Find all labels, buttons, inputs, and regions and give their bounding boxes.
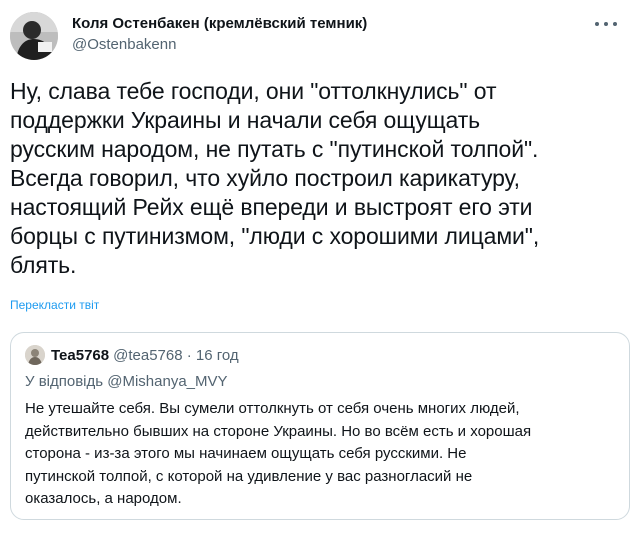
quoted-tweet-text: Не утешайте себя. Вы сумели оттолкнуть о… [25,400,532,507]
translate-link[interactable]: Перекласти твіт [10,298,99,312]
quoted-author-handle: @tea5768 [113,346,183,364]
quoted-tweet-header: Tea5768 @tea5768 · 16 год [25,345,239,365]
meta-separator: · [182,346,196,364]
tweet-text: Ну, слава тебе господи, они "оттолкнулис… [10,78,540,278]
tweet-author: Коля Остенбакен (кремлёвский темник) @Os… [72,14,367,55]
author-display-name[interactable]: Коля Остенбакен (кремлёвский темник) [72,14,367,34]
reply-to-label: У відповідь @Mishanya_MVY [25,373,228,390]
author-avatar[interactable] [10,12,58,60]
tweet: Коля Остенбакен (кремлёвский темник) @Os… [0,0,633,536]
quoted-author-name: Tea5768 [51,346,110,364]
author-handle[interactable]: @Ostenbakenn [72,35,367,55]
quoted-author-avatar [25,345,45,365]
more-icon[interactable] [595,20,617,28]
quoted-tweet-time: 16 год [195,346,239,364]
quoted-tweet[interactable]: Tea5768 @tea5768 · 16 год У відповідь @M… [10,332,630,520]
